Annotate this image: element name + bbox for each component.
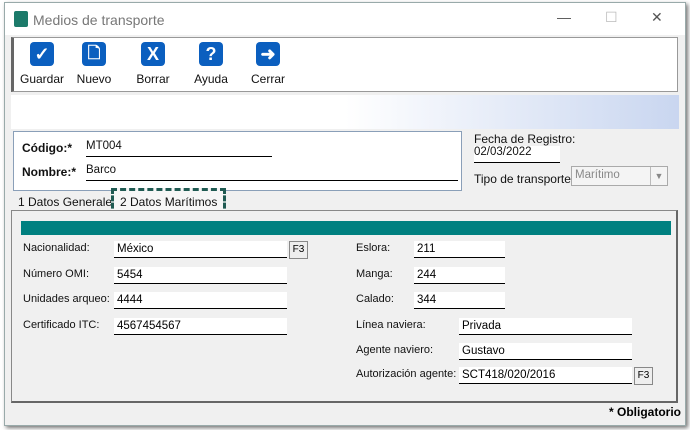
help-icon: ? (199, 42, 223, 66)
maximize-button[interactable]: ☐ (605, 9, 618, 26)
borrar-button[interactable]: X Borrar (125, 42, 181, 86)
agente-naviero-input[interactable]: Gustavo (459, 343, 632, 360)
window-title: Medios de transporte (33, 12, 165, 28)
check-icon: ✓ (30, 42, 54, 66)
required-note: * Obligatorio (609, 405, 681, 419)
omi-input[interactable]: 5454 (114, 267, 287, 284)
window: Medios de transporte — ☐ ✕ ✓ Guardar 🗋 Nue… (4, 2, 686, 426)
nombre-label: Nombre:* (22, 165, 77, 179)
close-button[interactable]: ✕ (651, 9, 663, 26)
cerrar-label: Cerrar (250, 72, 285, 86)
fecha-input[interactable]: 02/03/2022 (474, 146, 560, 163)
nacionalidad-label: Nacionalidad: (23, 242, 90, 254)
header-box: Código:* MT004 Nombre:* Barco (13, 131, 462, 191)
tab-datos-generales[interactable]: 1 Datos Generales (18, 195, 118, 209)
chevron-down-icon: ▼ (650, 167, 667, 185)
toolbar: ✓ Guardar 🗋 Nuevo X Borrar ? Ayuda ➜ Cerrar (11, 37, 678, 92)
nuevo-button[interactable]: 🗋 Nuevo (66, 42, 122, 86)
section-bar (21, 221, 671, 235)
tipo-select[interactable]: Marítimo ▼ (571, 166, 668, 186)
exit-door-icon: ➜ (256, 42, 280, 66)
header-band (11, 95, 679, 129)
eslora-input[interactable]: 211 (414, 241, 505, 258)
delete-x-icon: X (141, 42, 165, 66)
tab-panel: Nacionalidad: México F3 Número OMI: 5454… (11, 210, 678, 403)
eslora-label: Eslora: (356, 242, 391, 254)
calado-label: Calado: (356, 293, 394, 305)
autorizacion-label: Autorización agente: (356, 368, 457, 380)
fecha-label: Fecha de Registro: (474, 132, 576, 146)
guardar-button[interactable]: ✓ Guardar (14, 42, 70, 86)
title-bar: Medios de transporte — ☐ ✕ (5, 3, 685, 35)
omi-label: Número OMI: (23, 268, 90, 280)
tipo-value: Marítimo (575, 169, 620, 181)
manga-input[interactable]: 244 (414, 267, 505, 284)
itc-input[interactable]: 4567454567 (114, 318, 287, 335)
linea-naviera-label: Línea naviera: (356, 319, 426, 331)
codigo-input[interactable]: MT004 (86, 140, 272, 157)
app-icon (14, 11, 28, 27)
cerrar-button[interactable]: ➜ Cerrar (240, 42, 296, 86)
linea-naviera-input[interactable]: Privada (459, 318, 632, 335)
nacionalidad-f3-button[interactable]: F3 (289, 241, 308, 259)
calado-input[interactable]: 344 (414, 292, 505, 309)
guardar-label: Guardar (19, 72, 65, 86)
arqueo-input[interactable]: 4444 (114, 292, 287, 309)
nuevo-label: Nuevo (76, 72, 112, 86)
ayuda-button[interactable]: ? Ayuda (183, 42, 239, 86)
agente-naviero-label: Agente naviero: (356, 344, 434, 356)
nombre-input[interactable]: Barco (86, 164, 458, 181)
autorizacion-input[interactable]: SCT418/020/2016 (459, 367, 632, 384)
manga-label: Manga: (356, 268, 393, 280)
document-icon: 🗋 (82, 42, 106, 66)
ayuda-label: Ayuda (194, 72, 228, 86)
itc-label: Certificado ITC: (23, 319, 100, 331)
minimize-button[interactable]: — (557, 9, 571, 25)
borrar-label: Borrar (136, 72, 170, 86)
tipo-label: Tipo de transporte:* (474, 172, 579, 186)
autorizacion-f3-button[interactable]: F3 (634, 367, 653, 385)
codigo-label: Código:* (22, 141, 72, 155)
nacionalidad-input[interactable]: México (114, 241, 287, 258)
arqueo-label: Unidades arqueo: (23, 293, 110, 305)
